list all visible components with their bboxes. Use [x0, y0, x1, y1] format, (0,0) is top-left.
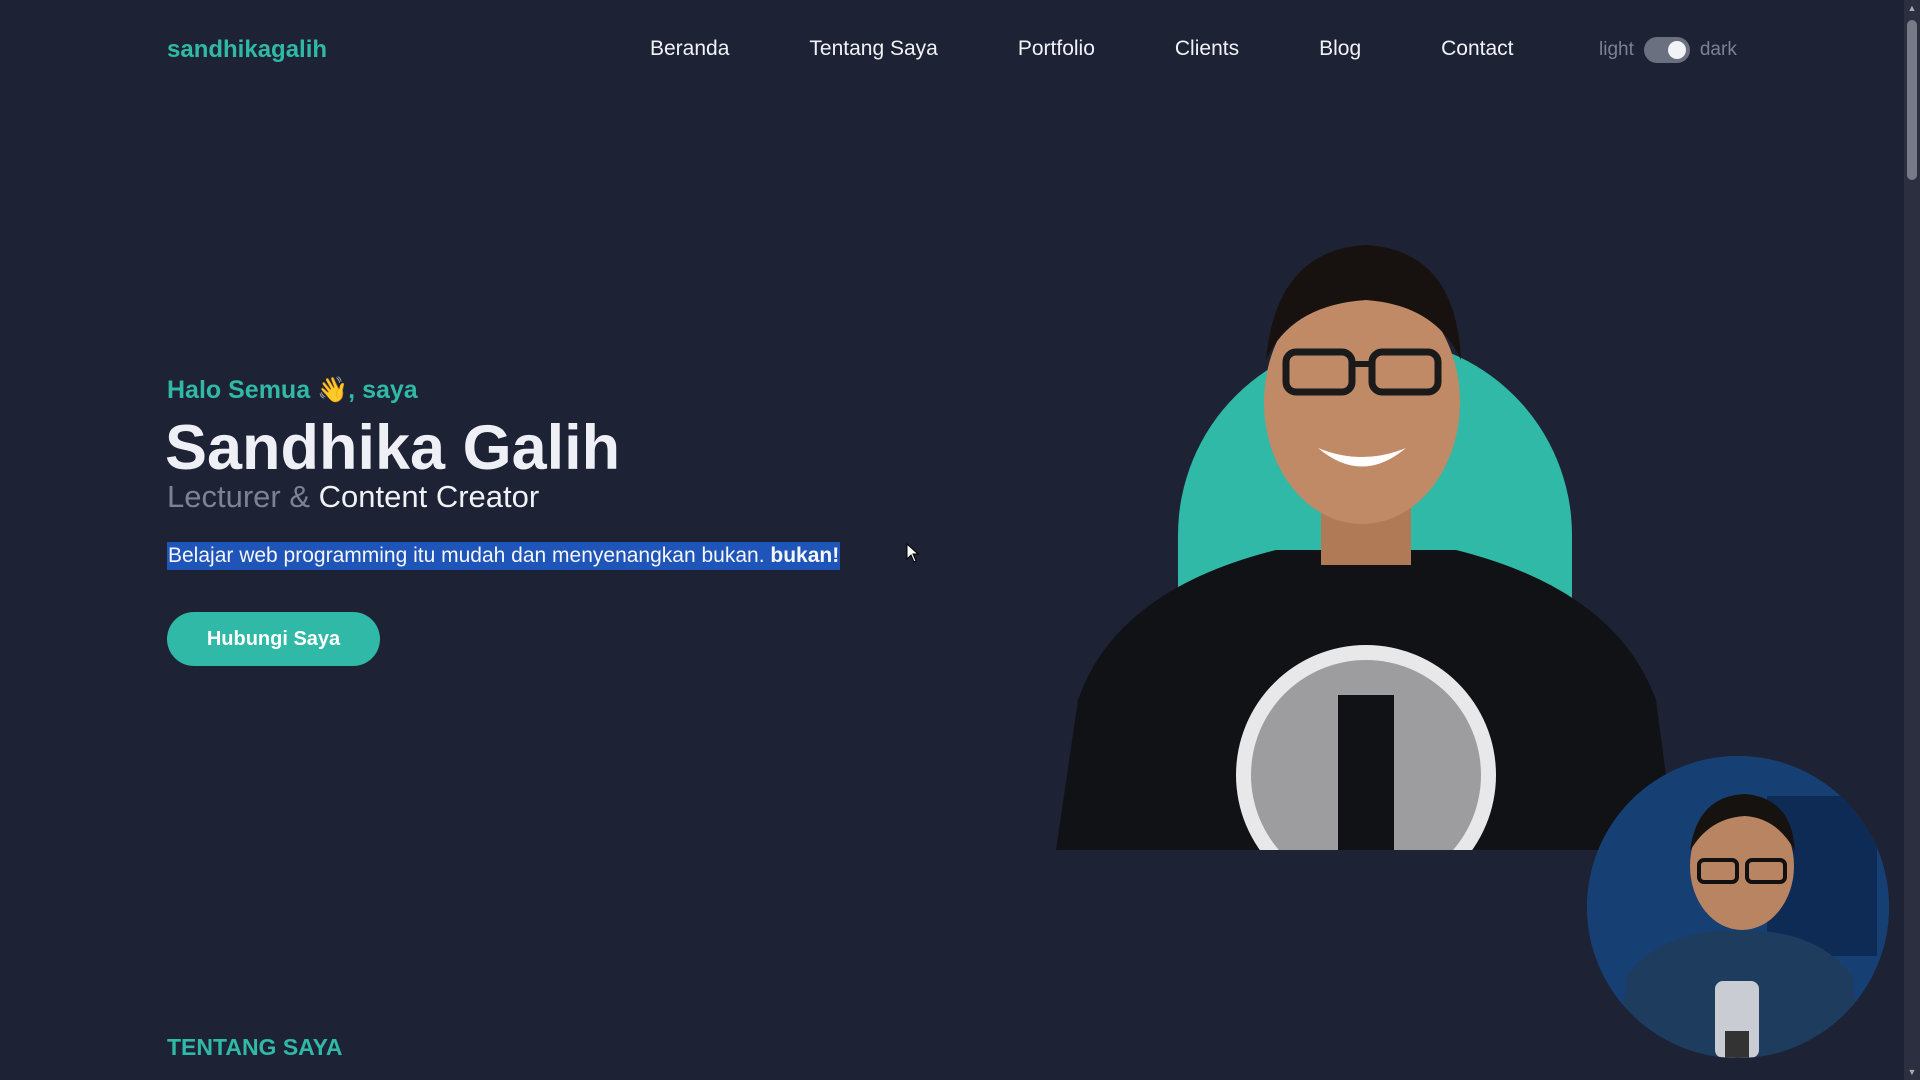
brand-logo[interactable]: sandhikagalih: [167, 36, 327, 64]
hero-role: Lecturer & Content Creator: [167, 479, 539, 515]
scroll-up-arrow-icon[interactable]: ▲: [1907, 3, 1917, 13]
hero-photo: [1056, 230, 1676, 850]
theme-light-label: light: [1599, 39, 1634, 60]
portrait-illustration: [1056, 245, 1676, 850]
hero-description: Belajar web programming itu mudah dan me…: [167, 542, 841, 570]
nav-portfolio[interactable]: Portfolio: [1018, 37, 1095, 61]
theme-dark-label: dark: [1699, 39, 1737, 60]
theme-switcher: light dark: [1599, 37, 1737, 63]
scroll-thumb[interactable]: [1907, 20, 1917, 180]
nav-blog[interactable]: Blog: [1319, 37, 1361, 61]
hero-name: Sandhika Galih: [165, 413, 621, 483]
nav-tentang-saya[interactable]: Tentang Saya: [809, 37, 937, 61]
nav-beranda[interactable]: Beranda: [650, 37, 729, 61]
nav-clients[interactable]: Clients: [1175, 37, 1239, 61]
section-title-about: TENTANG SAYA: [167, 1034, 343, 1060]
scroll-down-arrow-icon[interactable]: ▼: [1907, 1067, 1917, 1077]
main-nav: Beranda Tentang Saya Portfolio Clients B…: [650, 37, 1594, 61]
webcam-presenter: [1587, 756, 1889, 1058]
page-scrollbar[interactable]: ▲ ▼: [1904, 0, 1920, 1080]
contact-cta-button[interactable]: Hubungi Saya: [167, 612, 380, 666]
webcam-overlay: [1587, 756, 1889, 1058]
mouse-cursor-icon: [906, 543, 920, 563]
theme-toggle[interactable]: [1643, 37, 1690, 63]
role-main: Content Creator: [318, 479, 540, 514]
description-bold: bukan!: [770, 544, 840, 567]
role-prefix: Lecturer &: [167, 479, 311, 514]
hero-greeting: Halo Semua 👋, saya: [167, 376, 418, 404]
nav-contact[interactable]: Contact: [1441, 37, 1513, 61]
description-text: Belajar web programming itu mudah dan me…: [168, 544, 765, 567]
toggle-knob: [1667, 41, 1686, 59]
